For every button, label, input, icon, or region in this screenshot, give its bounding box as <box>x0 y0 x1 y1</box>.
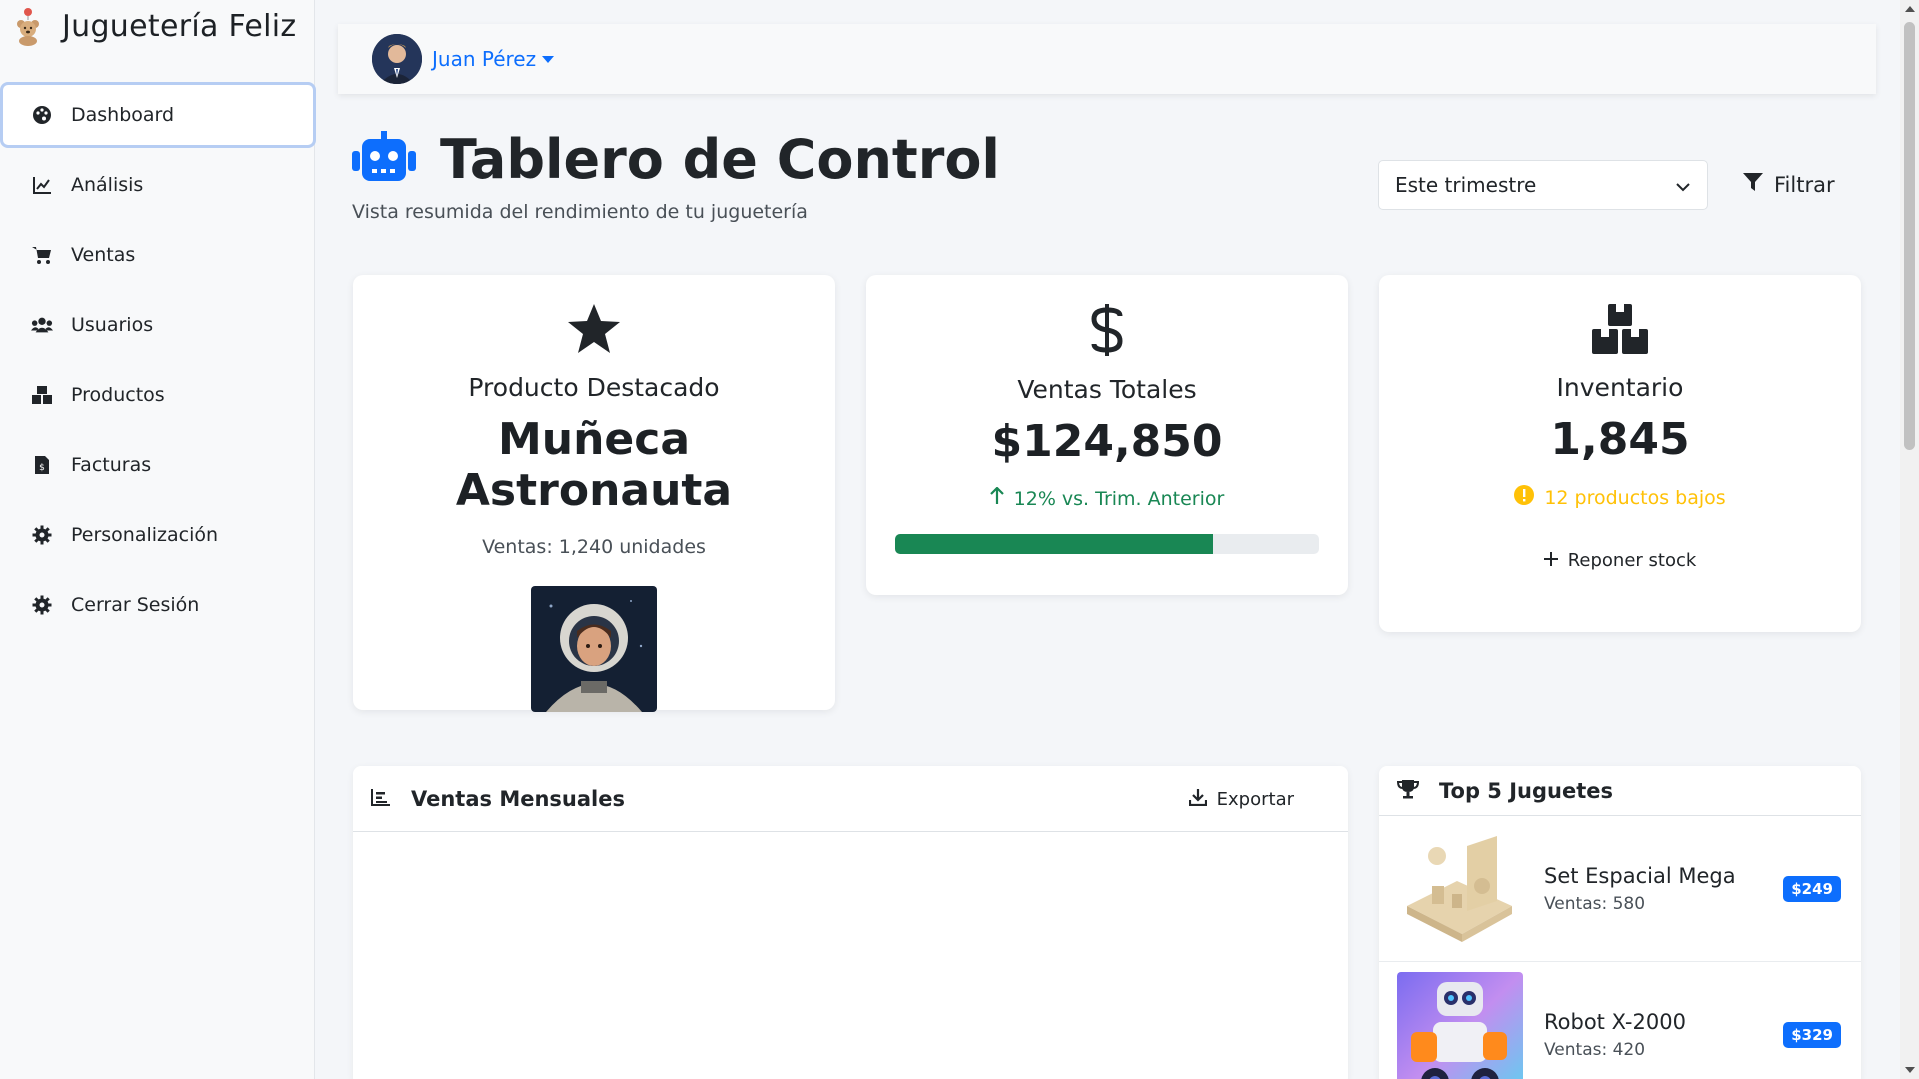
exclamation-circle-icon <box>1514 485 1535 510</box>
top-toys-header: Top 5 Juguetes <box>1379 766 1861 816</box>
brand-title: Juguetería Feliz <box>62 8 297 44</box>
inventory-label: Inventario <box>1556 373 1684 402</box>
period-select[interactable]: Este trimestre <box>1378 160 1708 210</box>
export-button-label: Exportar <box>1216 789 1294 810</box>
svg-text:$: $ <box>39 463 45 473</box>
filter-button-label: Filtrar <box>1774 172 1835 197</box>
featured-product-label: Producto Destacado <box>468 373 720 402</box>
sidebar-item-personalizacion[interactable]: Personalización <box>0 502 316 568</box>
download-icon <box>1188 788 1207 811</box>
sidebar-item-dashboard[interactable]: Dashboard <box>0 82 316 148</box>
top-toys-panel: Top 5 Juguetes Set Espacial Mega Ventas:… <box>1379 766 1861 1079</box>
topbar: Juan Pérez <box>338 24 1876 94</box>
total-sales-label: Ventas Totales <box>1017 375 1197 404</box>
sales-progress-fill <box>895 534 1213 554</box>
user-menu-name[interactable]: Juan Pérez <box>432 47 536 71</box>
total-sales-card: Ventas Totales $124,850 12% vs. Trim. An… <box>866 275 1348 595</box>
toy-name: Robot X-2000 <box>1544 1009 1686 1034</box>
top-toys-title: Top 5 Juguetes <box>1439 778 1613 803</box>
arrow-up-icon <box>989 486 1004 510</box>
gear-icon <box>31 524 53 546</box>
sidebar-item-label: Facturas <box>71 454 152 476</box>
sales-progress-bar <box>895 534 1319 554</box>
scroll-up-arrow-icon[interactable] <box>1905 6 1915 12</box>
featured-product-name: Muñeca Astronauta <box>455 414 733 516</box>
bar-chart-icon <box>371 788 391 810</box>
astronaut-doll-image <box>531 586 657 712</box>
featured-product-card: Producto Destacado Muñeca Astronauta Ven… <box>353 275 835 712</box>
restock-button-label: Reponer stock <box>1567 550 1697 571</box>
scroll-down-arrow-icon[interactable] <box>1905 1067 1915 1073</box>
scroll-thumb[interactable] <box>1904 22 1915 450</box>
page-header: Tablero de Control Vista resumida del re… <box>352 128 1000 223</box>
monthly-sales-title: Ventas Mensuales <box>411 786 625 811</box>
avatar[interactable] <box>372 34 422 84</box>
sidebar-item-label: Personalización <box>71 524 219 546</box>
sidebar-item-label: Productos <box>71 384 165 406</box>
period-select-value: Este trimestre <box>1395 173 1537 197</box>
page-subtitle: Vista resumida del rendimiento de tu jug… <box>352 201 808 223</box>
monthly-sales-header: Ventas Mensuales Exportar <box>353 766 1348 832</box>
space-set-image <box>1397 825 1523 952</box>
star-icon <box>353 303 835 355</box>
invoice-icon: $ <box>31 454 53 476</box>
filter-icon <box>1742 172 1764 197</box>
toy-name: Set Espacial Mega <box>1544 863 1736 888</box>
sidebar-item-productos[interactable]: Productos <box>0 362 316 428</box>
filter-button[interactable]: Filtrar <box>1742 172 1835 197</box>
robot-icon <box>352 130 416 189</box>
page-title: Tablero de Control <box>440 128 1000 191</box>
low-stock-warning: 12 productos bajos <box>1379 485 1861 510</box>
sidebar-item-label: Dashboard <box>71 104 175 126</box>
sidebar: Juguetería Feliz Dashboard Análisis Vent… <box>0 0 316 1079</box>
dollar-icon <box>866 303 1348 357</box>
total-sales-value: $124,850 <box>991 416 1223 467</box>
inventory-card: Inventario 1,845 12 productos bajos Repo… <box>1379 275 1861 632</box>
monthly-sales-panel: Ventas Mensuales Exportar <box>353 766 1348 1079</box>
sidebar-item-ventas[interactable]: Ventas <box>0 222 316 288</box>
toy-sales: Ventas: 420 <box>1544 1039 1646 1060</box>
inventory-value: 1,845 <box>1550 414 1690 465</box>
sidebar-item-cerrar-sesion[interactable]: Cerrar Sesión <box>0 572 316 638</box>
line-chart-icon <box>31 174 53 196</box>
boxes-icon <box>31 384 53 406</box>
sales-growth: 12% vs. Trim. Anterior <box>866 486 1348 510</box>
sidebar-item-analisis[interactable]: Análisis <box>0 152 316 218</box>
list-item[interactable]: Robot X-2000 Ventas: 420 $329 <box>1379 962 1861 1079</box>
export-button[interactable]: Exportar <box>1188 788 1294 811</box>
restock-button[interactable]: Reponer stock <box>1379 550 1861 571</box>
sidebar-item-label: Ventas <box>71 244 136 266</box>
chevron-down-icon <box>1675 176 1691 200</box>
toy-sales: Ventas: 580 <box>1544 893 1646 914</box>
cart-icon <box>31 244 53 266</box>
plus-icon <box>1543 550 1558 571</box>
brand[interactable]: Juguetería Feliz <box>0 0 314 52</box>
sales-growth-text: 12% vs. Trim. Anterior <box>1013 487 1225 510</box>
chevron-down-icon[interactable] <box>542 55 555 63</box>
list-item[interactable]: Set Espacial Mega Ventas: 580 $249 <box>1379 816 1861 962</box>
price-badge: $249 <box>1783 876 1841 902</box>
low-stock-text: 12 productos bajos <box>1544 486 1726 509</box>
sidebar-nav: Dashboard Análisis Ventas Usuarios Produ… <box>0 82 316 638</box>
sidebar-item-usuarios[interactable]: Usuarios <box>0 292 316 358</box>
sidebar-item-label: Análisis <box>71 174 144 196</box>
featured-product-sales: Ventas: 1,240 unidades <box>482 536 706 558</box>
page-scrollbar[interactable] <box>1900 0 1919 1079</box>
users-icon <box>31 314 53 336</box>
sidebar-item-facturas[interactable]: $ Facturas <box>0 432 316 498</box>
gear-icon <box>31 594 53 616</box>
sidebar-item-label: Cerrar Sesión <box>71 594 200 616</box>
palette-icon <box>31 104 53 126</box>
robot-toy-image <box>1397 971 1523 1079</box>
trophy-icon <box>1396 779 1420 803</box>
sidebar-item-label: Usuarios <box>71 314 154 336</box>
teddy-bear-logo-icon <box>6 4 50 48</box>
price-badge: $329 <box>1783 1022 1841 1048</box>
boxes-icon <box>1379 303 1861 355</box>
